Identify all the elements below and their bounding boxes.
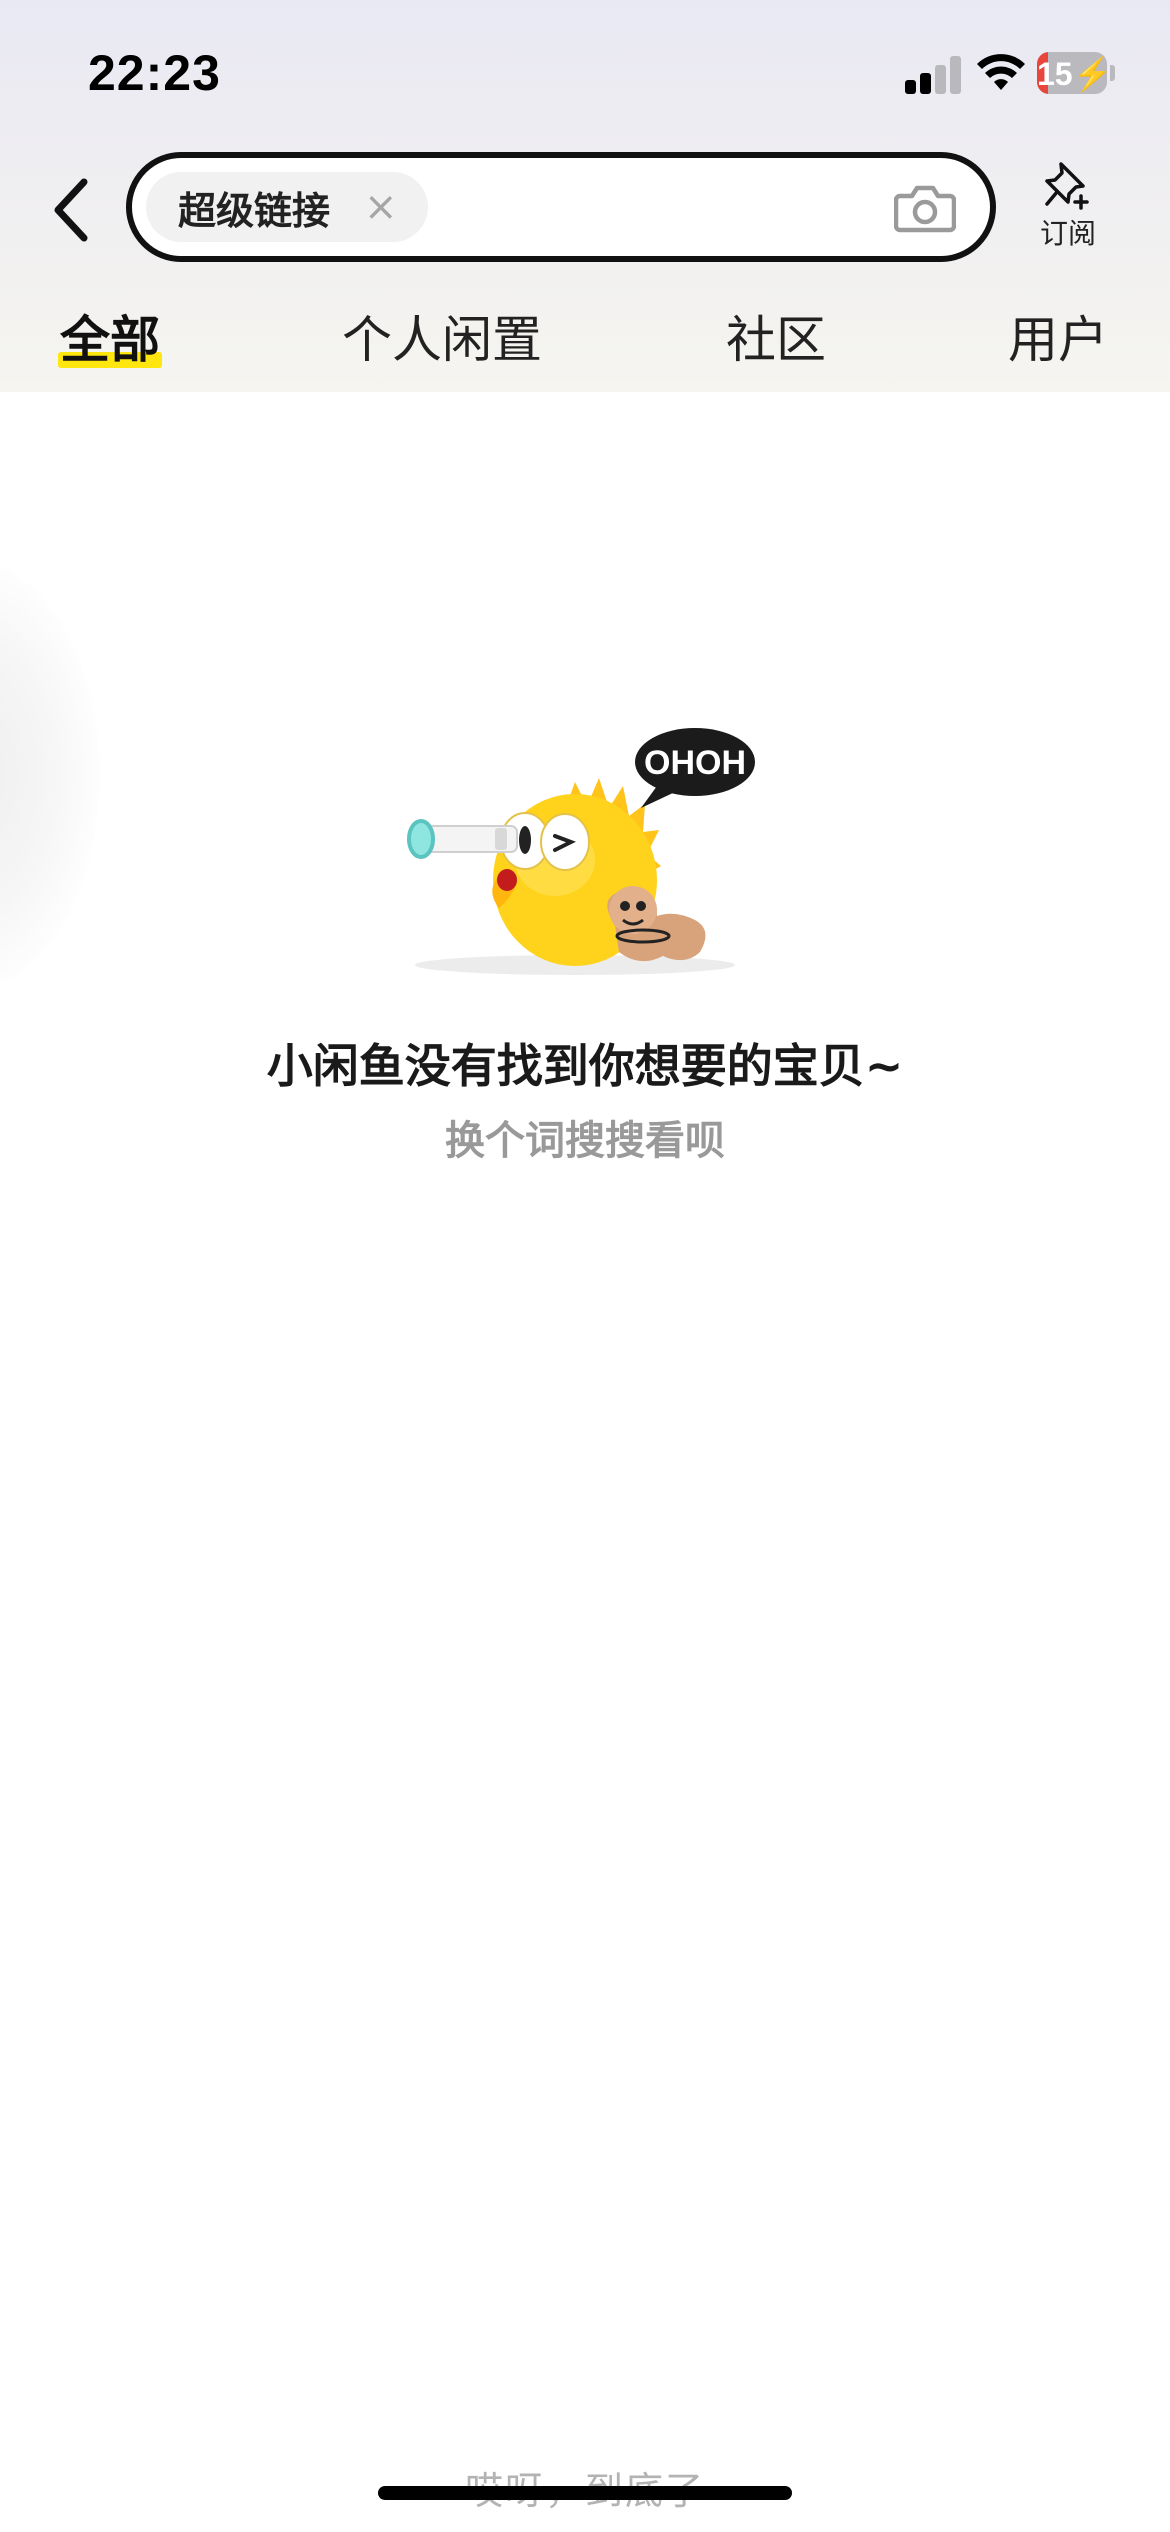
status-bar: 22:23 15⚡ (0, 0, 1170, 140)
subscribe-button[interactable]: 订阅 (1028, 160, 1108, 260)
signal-icon (905, 54, 961, 94)
back-button[interactable] (44, 172, 104, 248)
tab-all[interactable]: 全部 (58, 300, 162, 372)
battery-charging-icon: 15⚡ (1037, 52, 1107, 94)
chevron-left-icon (54, 178, 88, 242)
search-results-page: 22:23 15⚡ 超级链接 × 订阅 全部 个人闲置 社区 用户 OHOH 小… (0, 0, 1170, 2532)
tab-personal-idle[interactable]: 个人闲置 (342, 300, 542, 372)
search-input[interactable]: 超级链接 × (126, 152, 996, 262)
search-query-text: 超级链接 (178, 188, 331, 233)
pin-plus-icon (1045, 162, 1089, 210)
tab-label: 全部 (60, 311, 160, 369)
empty-state-mascot-illustration: OHOH (407, 728, 755, 975)
search-query-chip[interactable]: 超级链接 × (146, 172, 428, 242)
status-time: 22:23 (88, 45, 221, 101)
category-tabs: 全部 个人闲置 社区 用户 (0, 290, 1170, 380)
battery-tip (1110, 65, 1115, 81)
clear-query-icon[interactable]: × (364, 187, 398, 227)
tab-label: 社区 (726, 311, 826, 369)
battery-percent: 15⚡ (1037, 56, 1107, 92)
tab-community[interactable]: 社区 (726, 300, 826, 372)
speech-bubble-text: OHOH (644, 744, 746, 782)
subscribe-label: 订阅 (1039, 217, 1096, 250)
tab-label: 个人闲置 (342, 311, 542, 369)
tab-label: 用户 (1008, 311, 1108, 369)
edge-shadow (0, 560, 100, 990)
camera-icon[interactable] (894, 182, 956, 234)
empty-state-title: 小闲鱼没有找到你想要的宝贝~ (266, 1039, 904, 1093)
wifi-icon (977, 54, 1025, 90)
tab-users[interactable]: 用户 (1008, 300, 1108, 372)
home-indicator[interactable] (378, 2486, 792, 2500)
empty-state-subtitle: 换个词搜搜看呗 (445, 1118, 725, 1164)
